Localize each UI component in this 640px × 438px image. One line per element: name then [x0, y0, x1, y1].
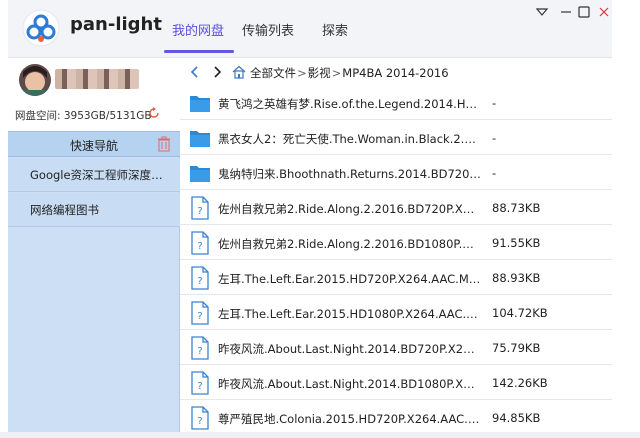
breadcrumb-movies[interactable]: 影视 — [308, 66, 331, 80]
maximize-icon[interactable] — [576, 4, 592, 20]
breadcrumb-current-folder[interactable]: MP4BA 2014-2016 — [342, 66, 448, 80]
quick-nav-header: 快速导航 — [8, 131, 180, 157]
sidebar-item-label: 网络编程图书 — [30, 203, 99, 217]
unknown-file-icon: ? — [191, 336, 209, 360]
tab-explore[interactable]: 探索 — [322, 20, 348, 39]
svg-text:?: ? — [197, 276, 202, 287]
file-name: 昨夜风流.About.Last.Night.2014.BD720P.X264.A… — [218, 342, 481, 356]
file-name: 左耳.The.Left.Ear.2015.HD1080P.X264.AAC.Ma… — [218, 307, 481, 321]
forward-icon[interactable] — [210, 65, 224, 79]
sidebar-item-go-course[interactable]: Google资深工程师深度讲解Go语言 — [8, 158, 180, 192]
file-size: - — [492, 166, 497, 180]
file-size: - — [492, 96, 497, 110]
unknown-file-icon: ? — [191, 301, 209, 325]
file-browser: 全部文件>影视>MP4BA 2014-2016 黄飞鸿之英雄有梦.Rise.of… — [180, 58, 612, 432]
title-bar: pan-light 我的网盘 传输列表 探索 — [8, 0, 612, 58]
username-blurred — [55, 69, 139, 89]
app-window: pan-light 我的网盘 传输列表 探索 网盘空间: 3953GB/5131… — [8, 0, 612, 432]
folder-icon — [190, 131, 210, 147]
refresh-icon[interactable] — [148, 107, 160, 119]
file-size: 75.79KB — [492, 341, 541, 355]
file-row[interactable]: ? 尊严殖民地.Colonia.2015.HD720P.X264.AAC.Engl… — [180, 401, 612, 432]
file-name: 左耳.The.Left.Ear.2015.HD720P.X264.AAC.Man… — [218, 272, 481, 286]
breadcrumb: 全部文件>影视>MP4BA 2014-2016 — [250, 65, 449, 81]
file-row[interactable]: ? 左耳.The.Left.Ear.2015.HD720P.X264.AAC.Ma… — [180, 261, 612, 295]
sidebar-item-network-books[interactable]: 网络编程图书 — [8, 193, 180, 227]
folder-icon — [190, 166, 210, 182]
file-row[interactable]: ? 左耳.The.Left.Ear.2015.HD1080P.X264.AAC.M… — [180, 296, 612, 330]
file-name: 昨夜风流.About.Last.Night.2014.BD1080P.X264.… — [218, 377, 481, 391]
breadcrumb-separator: > — [331, 66, 342, 80]
trash-icon[interactable] — [157, 136, 171, 152]
folder-row[interactable]: 鬼纳特归来.Bhoothnath.Returns.2014.BD720P.X26… — [180, 156, 612, 190]
unknown-file-icon: ? — [191, 196, 209, 220]
unknown-file-icon: ? — [191, 231, 209, 255]
file-row[interactable]: ? 昨夜风流.About.Last.Night.2014.BD1080P.X264… — [180, 366, 612, 400]
avatar[interactable] — [19, 64, 51, 96]
file-name: 黄飞鸿之英雄有梦.Rise.of.the.Legend.2014.HD720P.… — [218, 97, 481, 111]
file-size: 104.72KB — [492, 306, 548, 320]
file-name: 鬼纳特归来.Bhoothnath.Returns.2014.BD720P.X26… — [218, 167, 481, 181]
file-row[interactable]: ? 佐州自救兄弟2.Ride.Along.2.2016.BD720P.X264.A… — [180, 191, 612, 225]
svg-text:?: ? — [197, 416, 202, 427]
bottom-strip — [0, 432, 640, 438]
folder-row[interactable]: 黄飞鸿之英雄有梦.Rise.of.the.Legend.2014.HD720P.… — [180, 86, 612, 120]
home-icon[interactable] — [232, 65, 246, 79]
profile-panel: 网盘空间: 3953GB/5131GB — [8, 58, 180, 131]
svg-text:?: ? — [197, 311, 202, 322]
file-row[interactable]: ? 佐州自救兄弟2.Ride.Along.2.2016.BD1080P.X264.… — [180, 226, 612, 260]
sidebar: 网盘空间: 3953GB/5131GB 快速导航 Google资深工程师深度讲解… — [8, 58, 180, 432]
file-size: 142.26KB — [492, 376, 548, 390]
path-bar: 全部文件>影视>MP4BA 2014-2016 — [180, 58, 612, 86]
file-size: - — [492, 131, 497, 145]
tab-transfer-list[interactable]: 传输列表 — [242, 20, 294, 39]
file-name: 佐州自救兄弟2.Ride.Along.2.2016.BD720P.X264.AA… — [218, 202, 481, 216]
file-size: 88.93KB — [492, 271, 541, 285]
sidebar-item-label: Google资深工程师深度讲解Go语言 — [30, 168, 174, 182]
svg-text:?: ? — [197, 381, 202, 392]
storage-quota: 网盘空间: 3953GB/5131GB — [15, 110, 152, 122]
svg-text:?: ? — [197, 206, 202, 217]
minimize-icon[interactable] — [534, 4, 550, 20]
pan-light-logo — [22, 9, 60, 47]
back-icon[interactable] — [188, 65, 202, 79]
collapse-icon[interactable] — [558, 4, 574, 20]
unknown-file-icon: ? — [191, 371, 209, 395]
quick-nav-label: 快速导航 — [69, 139, 118, 153]
file-row[interactable]: ? 昨夜风流.About.Last.Night.2014.BD720P.X264.… — [180, 331, 612, 365]
breadcrumb-separator: > — [297, 66, 307, 80]
breadcrumb-all-files[interactable]: 全部文件 — [250, 66, 296, 80]
svg-text:?: ? — [197, 346, 202, 357]
file-name: 佐州自救兄弟2.Ride.Along.2.2016.BD1080P.X264.A… — [218, 237, 481, 251]
file-name: 黑衣女人2：死亡天使.The.Woman.in.Black.2.Angel.of… — [218, 132, 481, 146]
tab-my-drive[interactable]: 我的网盘 — [172, 20, 224, 39]
file-size: 91.55KB — [492, 236, 541, 250]
svg-text:?: ? — [197, 241, 202, 252]
app-name: pan-light — [70, 14, 162, 35]
folder-icon — [190, 96, 210, 112]
unknown-file-icon: ? — [191, 406, 209, 430]
unknown-file-icon: ? — [191, 266, 209, 290]
folder-row[interactable]: 黑衣女人2：死亡天使.The.Woman.in.Black.2.Angel.of… — [180, 121, 612, 155]
file-name: 尊严殖民地.Colonia.2015.HD720P.X264.AAC.Engli… — [218, 412, 481, 426]
active-tab-indicator — [164, 50, 234, 53]
file-size: 88.73KB — [492, 201, 541, 215]
file-size: 94.85KB — [492, 411, 541, 425]
close-icon[interactable] — [596, 4, 612, 20]
